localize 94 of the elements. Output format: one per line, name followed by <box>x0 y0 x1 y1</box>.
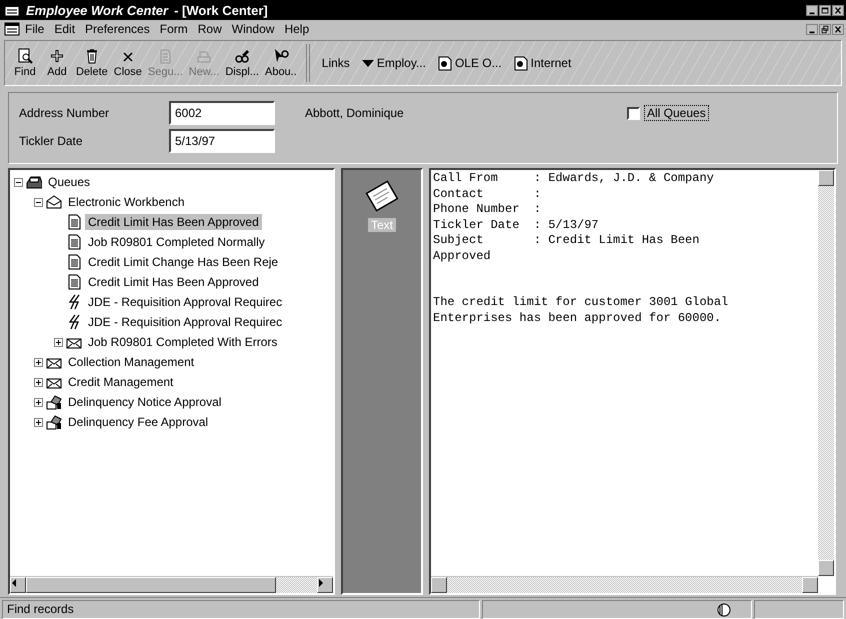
field-label: Address Number <box>19 106 110 120</box>
document-icon <box>66 254 82 270</box>
pointer-question-icon <box>272 48 289 64</box>
expander[interactable] <box>54 338 63 346</box>
lightning-icon <box>66 314 82 330</box>
tree-item[interactable]: JDE - Requisition Approval Requirec <box>85 294 286 310</box>
tree-item[interactable]: Collection Management <box>65 354 198 370</box>
approval-icon <box>46 414 62 430</box>
plus-icon <box>35 418 42 426</box>
tree-item[interactable]: Job R09801 Completed Normally <box>85 234 268 250</box>
scroll-left-button[interactable] <box>431 577 447 593</box>
menu-item[interactable]: Row <box>192 22 227 36</box>
find-icon <box>17 48 33 64</box>
expander[interactable] <box>34 198 43 206</box>
minimize-button[interactable] <box>806 4 818 16</box>
plus-icon <box>35 398 42 406</box>
toolbar-button[interactable]: Find <box>9 48 41 78</box>
tree-item[interactable]: Delinquency Notice Approval <box>65 394 224 410</box>
caret-icon <box>362 58 374 68</box>
tree-item[interactable]: Queues <box>45 174 94 190</box>
message-line: Enterprises has been approved for 60000. <box>433 310 722 326</box>
minimize-button[interactable] <box>806 24 818 34</box>
menu-item[interactable]: Window <box>226 22 280 36</box>
toolbar-button[interactable]: Delete <box>73 48 111 78</box>
scroll-thumb[interactable] <box>26 577 276 593</box>
document-icon <box>66 234 82 250</box>
toolbar-button[interactable]: Displ... <box>222 48 262 78</box>
globe-icon <box>717 602 731 618</box>
document-icon <box>66 274 82 290</box>
tree-item[interactable]: JDE - Requisition Approval Requirec <box>85 314 286 330</box>
scroll-right-button[interactable] <box>802 577 818 593</box>
message-line: Contact : <box>433 186 542 202</box>
status-text: Find records <box>2 600 480 619</box>
envelope-icon <box>46 194 62 210</box>
message-line: Phone Number : <box>433 202 542 218</box>
checkbox[interactable] <box>627 106 640 120</box>
tree-item[interactable]: Credit Limit Has Been Approved <box>85 274 262 290</box>
close-button[interactable] <box>832 4 844 16</box>
message-line: Subject : Credit Limit Has Been <box>433 233 700 248</box>
link-button[interactable]: Internet <box>508 56 578 70</box>
scroll-up-button[interactable] <box>818 170 834 186</box>
name-text: Abbott, Dominique <box>304 106 405 120</box>
expander[interactable] <box>34 398 43 406</box>
message-line: Call From : Edwards, J.D. & Company <box>433 171 715 186</box>
restore-button[interactable] <box>819 24 831 34</box>
approval-icon <box>46 394 62 410</box>
toolbar-button[interactable]: Add <box>41 48 73 78</box>
plus-icon <box>35 378 42 386</box>
lightning-icon <box>66 294 82 310</box>
field-label: Tickler Date <box>19 134 84 148</box>
document-title: - [Work Center] <box>174 2 268 18</box>
tree-item[interactable]: Electronic Workbench <box>65 194 188 210</box>
message-line: Approved <box>433 248 492 264</box>
menu-item[interactable]: Preferences <box>80 22 155 36</box>
plus-icon <box>55 338 62 346</box>
expander[interactable] <box>34 418 43 426</box>
tree-item[interactable]: Credit Management <box>65 374 176 390</box>
plus-icon <box>35 358 42 366</box>
scroll-right-button[interactable] <box>317 577 333 593</box>
tree-item[interactable]: Credit Limit Has Been Approved <box>85 214 262 230</box>
tray-icon <box>26 174 42 190</box>
input-field[interactable]: 5/13/97 <box>169 129 275 153</box>
message-line: Tickler Date : 5/13/97 <box>433 218 600 233</box>
menu-item[interactable]: File <box>20 22 50 36</box>
plus-icon <box>49 48 65 64</box>
toolbar-button[interactable]: Close <box>110 48 145 78</box>
scroll-down-button[interactable] <box>818 560 834 576</box>
right-arrow-icon <box>318 578 325 588</box>
expander[interactable] <box>34 358 43 366</box>
document-icon <box>514 56 528 70</box>
close-button[interactable] <box>832 24 844 34</box>
toolbar-button[interactable]: Abou.. <box>262 48 300 78</box>
menu-item[interactable]: Form <box>154 22 193 36</box>
document-icon <box>4 21 20 37</box>
tree-item[interactable]: Job R09801 Completed With Errors <box>85 334 280 350</box>
document-icon <box>438 56 452 70</box>
left-arrow-icon <box>11 578 18 588</box>
link-button[interactable]: Employ... <box>356 56 432 70</box>
tree-item[interactable]: Credit Limit Change Has Been Reje <box>85 254 282 270</box>
expander[interactable] <box>34 378 43 386</box>
link-button[interactable]: OLE O... <box>432 56 508 70</box>
message-line: The credit limit for customer 3001 Global <box>433 295 730 310</box>
menu-item[interactable]: Edit <box>49 22 80 36</box>
window-title: Employee Work Center <box>26 2 168 18</box>
expander[interactable] <box>14 178 23 186</box>
document-icon <box>66 214 82 230</box>
input-field[interactable]: 6002 <box>169 101 275 125</box>
link-button[interactable]: Links <box>316 56 356 70</box>
glasses-icon <box>234 48 250 64</box>
maximize-button[interactable] <box>819 4 831 16</box>
tree-item[interactable]: Delinquency Fee Approval <box>65 414 212 430</box>
menu-item[interactable]: Help <box>279 22 314 36</box>
checkbox-label[interactable]: All Queues <box>644 105 709 121</box>
scroll-left-button[interactable] <box>10 577 26 593</box>
